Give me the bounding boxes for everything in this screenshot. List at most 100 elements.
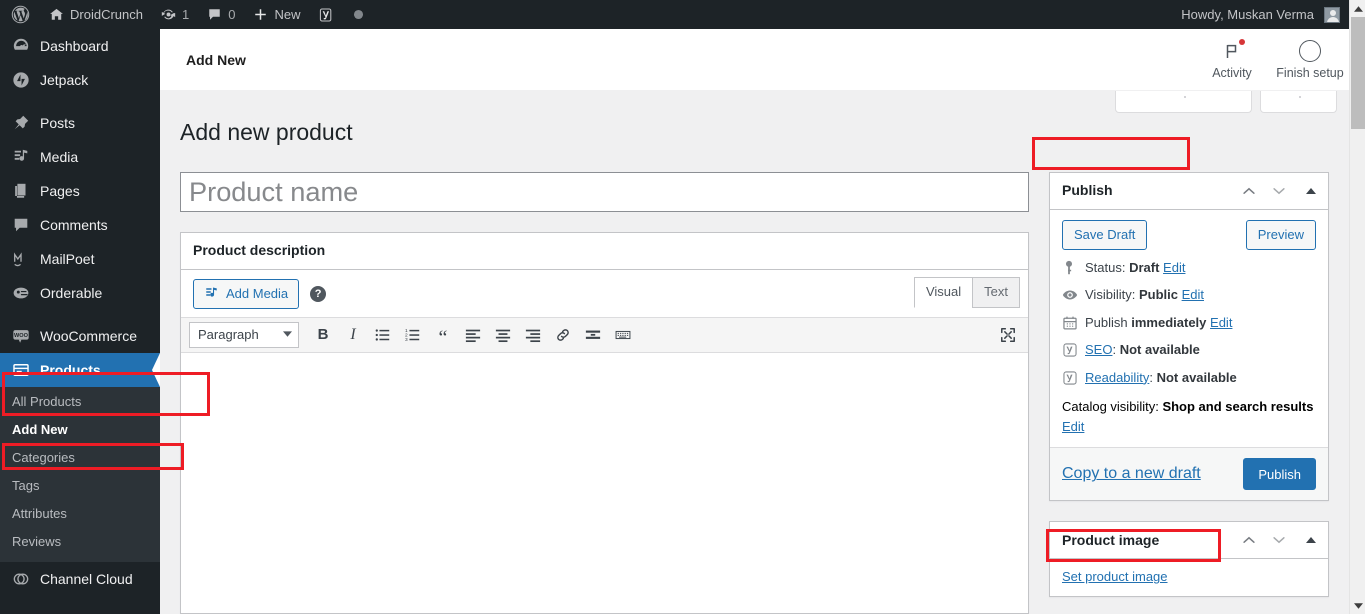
header-dropdown-ghost-right — [1260, 91, 1337, 113]
sidebar-item-jetpack[interactable]: Jetpack — [0, 63, 160, 97]
calendar-icon — [1062, 313, 1078, 331]
finish-setup-label: Finish setup — [1276, 65, 1344, 80]
sidebar-item-dashboard[interactable]: Dashboard — [0, 29, 160, 63]
visibility-text: Visibility: Public Edit — [1085, 285, 1204, 305]
product-name-input[interactable] — [180, 171, 1029, 212]
triangle-up-icon[interactable] — [1294, 522, 1328, 558]
woocommerce-admin-header: Add New Activity Finish setup — [160, 29, 1349, 113]
visibility-value: Public — [1138, 287, 1178, 303]
scroll-down-arrow-icon[interactable] — [1350, 597, 1365, 614]
pages-icon — [11, 181, 31, 201]
sidebar-item-label: Jetpack — [40, 72, 89, 88]
chevron-down-icon[interactable] — [1264, 522, 1294, 558]
align-center-button[interactable] — [489, 321, 517, 349]
sidebar-item-posts[interactable]: Posts — [0, 106, 160, 140]
scrollbar-thumb[interactable] — [1351, 17, 1365, 129]
publish-time-edit-link[interactable]: Edit — [1210, 315, 1232, 330]
activity-button[interactable]: Activity — [1193, 29, 1271, 91]
editor-columns: Product description Visual Text Add Medi… — [160, 171, 1349, 614]
new-content-menu[interactable]: New — [244, 0, 309, 29]
sidebar-item-channel-cloud[interactable]: Channel Cloud — [0, 562, 160, 596]
sidebar-separator — [0, 97, 160, 106]
my-account-menu[interactable]: Howdy, Muskan Verma — [1172, 0, 1349, 29]
numbered-list-button[interactable]: 123 — [399, 321, 427, 349]
readability-sep: : — [1149, 369, 1157, 385]
preview-button[interactable]: Preview — [1245, 219, 1316, 250]
product-image-box: Product image Set product image — [1049, 521, 1329, 598]
products-submenu: All Products Add New Categories Tags Att… — [0, 387, 160, 562]
readability-link[interactable]: Readability — [1085, 370, 1149, 385]
tab-visual[interactable]: Visual — [913, 276, 974, 308]
channel-cloud-icon — [11, 569, 31, 589]
visibility-edit-link[interactable]: Edit — [1182, 287, 1204, 302]
sidebar-item-mailpoet[interactable]: MailPoet — [0, 242, 160, 276]
chevron-up-icon[interactable] — [1234, 522, 1264, 558]
help-icon[interactable]: ? — [310, 285, 327, 302]
tab-text[interactable]: Text — [972, 276, 1020, 308]
chevron-up-icon[interactable] — [1234, 173, 1264, 209]
copy-to-new-draft-link[interactable]: Copy to a new draft — [1062, 465, 1201, 483]
chevron-down-icon[interactable] — [1264, 173, 1294, 209]
activity-notification-dot — [1239, 38, 1245, 45]
bulleted-list-button[interactable] — [369, 321, 397, 349]
toolbar-toggle-button[interactable] — [609, 321, 637, 349]
publish-time-row: Publish immediately Edit — [1050, 309, 1328, 337]
editor-media-row: Add Media ? — [181, 270, 1028, 317]
extra-menu[interactable] — [343, 0, 374, 29]
sidebar-item-categories[interactable]: Categories — [0, 444, 160, 472]
align-left-button[interactable] — [459, 321, 487, 349]
yoast-menu[interactable] — [309, 0, 343, 29]
product-image-inside: Set product image — [1050, 559, 1328, 596]
finish-setup-button[interactable]: Finish setup — [1271, 29, 1349, 91]
sidebar-item-reviews[interactable]: Reviews — [0, 528, 160, 556]
fullscreen-icon[interactable] — [994, 321, 1022, 349]
seo-link[interactable]: SEO — [1085, 342, 1112, 357]
yoast-seo-icon — [1062, 340, 1078, 358]
sidebar-item-orderable[interactable]: Orderable — [0, 276, 160, 310]
italic-button[interactable]: I — [339, 321, 367, 349]
paragraph-format-select[interactable]: Paragraph — [189, 321, 299, 348]
align-right-button[interactable] — [519, 321, 547, 349]
save-draft-button[interactable]: Save Draft — [1062, 219, 1148, 250]
bold-button[interactable]: B — [309, 321, 337, 349]
scroll-up-arrow-icon[interactable] — [1350, 0, 1365, 17]
editor-content-area[interactable] — [181, 352, 1028, 613]
plus-icon — [253, 7, 268, 22]
sidebar-item-label: Pages — [40, 183, 80, 199]
svg-text:3: 3 — [405, 337, 408, 343]
sidebar-item-tags[interactable]: Tags — [0, 472, 160, 500]
progress-circle-icon — [1299, 39, 1321, 62]
insert-link-button[interactable] — [549, 321, 577, 349]
sidebar-item-woocommerce[interactable]: WOO WooCommerce — [0, 319, 160, 353]
sidebar-column: Publish Save Draft Preview Status: Draft… — [1049, 171, 1329, 614]
add-media-button[interactable]: Add Media — [193, 278, 300, 309]
sidebar-item-pages[interactable]: Pages — [0, 174, 160, 208]
howdy-label: Howdy, Muskan Verma — [1181, 7, 1314, 22]
seo-text: SEO: Not available — [1085, 340, 1200, 360]
status-edit-link[interactable]: Edit — [1163, 260, 1185, 275]
sidebar-item-all-products[interactable]: All Products — [0, 388, 160, 416]
editor-mode-tabs: Visual Text — [913, 270, 1028, 308]
site-name-menu[interactable]: DroidCrunch — [40, 0, 152, 29]
sidebar-item-products[interactable]: Products — [0, 353, 160, 387]
wordpress-logo-button[interactable] — [0, 0, 40, 29]
new-label: New — [274, 7, 301, 22]
sidebar-item-attributes[interactable]: Attributes — [0, 500, 160, 528]
page-scrollbar[interactable] — [1349, 0, 1365, 614]
blockquote-button[interactable]: “ — [429, 321, 457, 349]
sidebar-item-media[interactable]: Media — [0, 140, 160, 174]
publish-time-value: immediately — [1131, 314, 1207, 330]
svg-text:WOO: WOO — [14, 333, 29, 339]
sidebar-item-add-new[interactable]: Add New — [0, 416, 160, 444]
updates-menu[interactable]: 1 — [152, 0, 198, 29]
add-media-label: Add Media — [226, 286, 289, 302]
sidebar-item-comments[interactable]: Comments — [0, 208, 160, 242]
publish-button[interactable]: Publish — [1243, 458, 1316, 491]
set-product-image-link[interactable]: Set product image — [1062, 569, 1168, 584]
catalog-visibility-edit-link[interactable]: Edit — [1062, 419, 1084, 434]
comments-menu[interactable]: 0 — [198, 0, 244, 29]
publish-box-handle-actions — [1234, 173, 1328, 209]
read-more-button[interactable] — [579, 321, 607, 349]
triangle-up-icon[interactable] — [1294, 173, 1328, 209]
catalog-visibility-value: Shop and search results — [1162, 399, 1314, 415]
